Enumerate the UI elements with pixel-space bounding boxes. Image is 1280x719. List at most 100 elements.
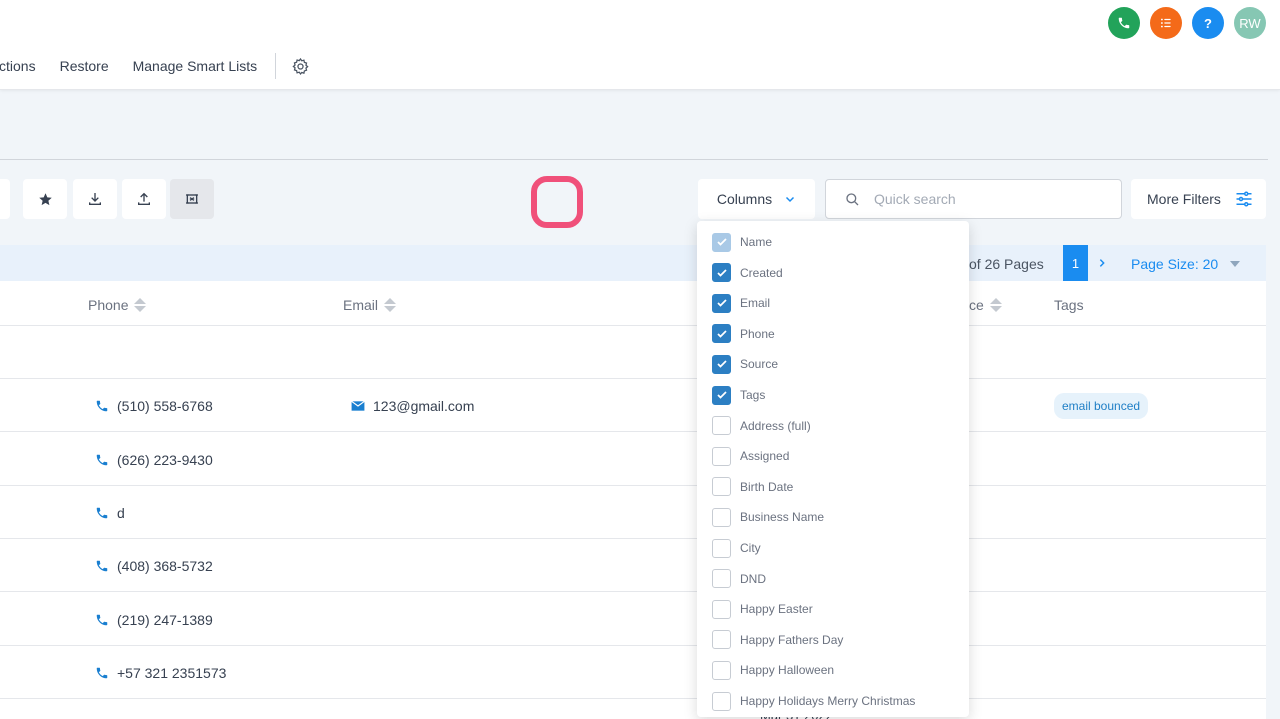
checkbox[interactable]	[712, 324, 731, 344]
sort-icon	[989, 298, 1002, 312]
column-option-label: Address (full)	[740, 418, 811, 433]
top-nav: ctions Restore Manage Smart Lists	[0, 52, 310, 80]
star-button[interactable]	[23, 179, 67, 219]
table-row[interactable]: (219) 247-1389	[0, 593, 1266, 646]
help-button[interactable]: ?	[1192, 7, 1224, 39]
next-page-icon[interactable]	[1094, 253, 1110, 273]
column-option-label: Assigned	[740, 449, 790, 464]
columns-button[interactable]: Columns	[698, 179, 815, 219]
phone-cell[interactable]: +57 321 2351573	[95, 646, 226, 699]
checkbox[interactable]	[712, 569, 731, 589]
table-row[interactable]: (626) 223-9430	[0, 433, 1266, 486]
import-button[interactable]	[73, 179, 117, 219]
checkbox[interactable]	[712, 385, 731, 405]
more-filters-button[interactable]: More Filters	[1131, 179, 1266, 219]
phone-icon	[95, 453, 109, 467]
checkbox[interactable]	[712, 507, 731, 527]
table-row[interactable]	[0, 326, 1266, 379]
phone-icon	[95, 399, 109, 413]
column-option-happy-halloween[interactable]: Happy Halloween	[712, 660, 834, 680]
column-option-phone[interactable]: Phone	[712, 324, 775, 344]
column-option-label: Tags	[740, 388, 766, 402]
quick-search	[825, 179, 1122, 219]
toolbar-button-partial[interactable]	[0, 179, 10, 219]
user-avatar[interactable]: RW	[1234, 7, 1266, 39]
source-column-header[interactable]: ce	[969, 297, 1002, 313]
email-address: 123@gmail.com	[373, 397, 475, 414]
nav-divider	[275, 53, 277, 79]
checkbox[interactable]	[712, 293, 731, 313]
column-option-business-name[interactable]: Business Name	[712, 507, 824, 527]
checkbox[interactable]	[712, 599, 731, 619]
column-option-created[interactable]: Created	[712, 263, 783, 283]
table-row[interactable]: (408) 368-5732	[0, 539, 1266, 592]
download-icon	[89, 193, 101, 205]
phone-icon	[95, 666, 109, 680]
email-header-label: Email	[343, 297, 379, 313]
column-option-label: Business Name	[740, 510, 825, 525]
nav-restore-link[interactable]: Restore	[60, 58, 109, 74]
tags-column-header[interactable]: Tags	[1054, 297, 1084, 313]
more-filters-label: More Filters	[1147, 191, 1221, 207]
phone-column-header[interactable]: Phone	[88, 297, 147, 313]
checkbox[interactable]	[712, 416, 731, 436]
export-button[interactable]	[122, 179, 166, 219]
page-size-select[interactable]: Page Size: 20	[1131, 256, 1241, 272]
upload-icon	[138, 192, 150, 205]
column-option-email[interactable]: Email	[712, 293, 770, 313]
bulk-select-button[interactable]	[170, 179, 214, 219]
table-row[interactable]: +57 321 2351573	[0, 646, 1266, 699]
column-option-birth-date[interactable]: Birth Date	[712, 477, 793, 497]
email-cell[interactable]: 123@gmail.com	[351, 379, 474, 432]
checkbox[interactable]	[712, 477, 731, 497]
search-input[interactable]	[874, 191, 1094, 207]
checkbox[interactable]	[712, 263, 731, 283]
checkbox[interactable]	[712, 446, 731, 466]
column-option-happy-easter[interactable]: Happy Easter	[712, 599, 813, 619]
columns-dropdown: Name Created Email Phone Source Tags Address (…	[697, 221, 969, 717]
column-option-address-full[interactable]: Address (full)	[712, 416, 811, 436]
column-option-source[interactable]: Source	[712, 354, 778, 374]
table-row[interactable]: (510) 558-6768 123@gmail.com email bounced	[0, 379, 1266, 432]
checkbox[interactable]	[712, 660, 731, 680]
column-option-happy-holidays-merry-christmas[interactable]: Happy Holidays Merry Christmas	[712, 691, 915, 711]
column-option-name[interactable]: Name	[712, 232, 772, 252]
checkbox[interactable]	[712, 630, 731, 650]
current-page-button[interactable]: 1	[1063, 245, 1088, 281]
column-option-happy-fathers-day[interactable]: Happy Fathers Day	[712, 630, 843, 650]
page-size-label: Page Size: 20	[1131, 256, 1219, 272]
phone-cell[interactable]: d	[95, 486, 125, 539]
checkbox	[712, 232, 731, 252]
top-header: ctions Restore Manage Smart Lists ? RW	[0, 0, 1280, 90]
tasks-list-button[interactable]	[1150, 7, 1182, 39]
checkbox[interactable]	[712, 538, 731, 558]
phone-cell[interactable]: (219) 247-1389	[95, 593, 213, 646]
caret-down-icon	[1230, 261, 1241, 267]
table-row[interactable]: d	[0, 486, 1266, 539]
column-option-label: Name	[740, 235, 773, 249]
phone-cell[interactable]: (626) 223-9430	[95, 433, 213, 486]
section-divider	[0, 159, 1268, 160]
column-option-label: Happy Easter	[740, 602, 813, 617]
phone-call-button[interactable]	[1108, 7, 1140, 39]
column-option-label: Created	[740, 265, 783, 280]
phone-header-label: Phone	[88, 297, 129, 313]
column-option-dnd[interactable]: DND	[712, 569, 766, 589]
column-option-assigned[interactable]: Assigned	[712, 446, 789, 466]
nav-manage-smart-lists-link[interactable]: Manage Smart Lists	[133, 58, 258, 74]
phone-number: (408) 368-5732	[117, 557, 213, 574]
checkbox[interactable]	[712, 354, 731, 374]
settings-gear-icon[interactable]	[290, 56, 310, 76]
tag-badge[interactable]: email bounced	[1054, 392, 1149, 419]
header-actions: ? RW	[1108, 7, 1266, 39]
page-count-text: of 26 Pages	[969, 256, 1044, 272]
search-icon	[846, 193, 859, 206]
checkbox[interactable]	[712, 691, 731, 711]
phone-cell[interactable]: (510) 558-6768	[95, 379, 213, 432]
email-column-header[interactable]: Email	[343, 297, 397, 313]
column-option-tags[interactable]: Tags	[712, 385, 765, 405]
nav-actions-link[interactable]: ctions	[0, 58, 36, 74]
email-icon	[351, 400, 365, 412]
phone-cell[interactable]: (408) 368-5732	[95, 539, 213, 592]
column-option-city[interactable]: City	[712, 538, 761, 558]
